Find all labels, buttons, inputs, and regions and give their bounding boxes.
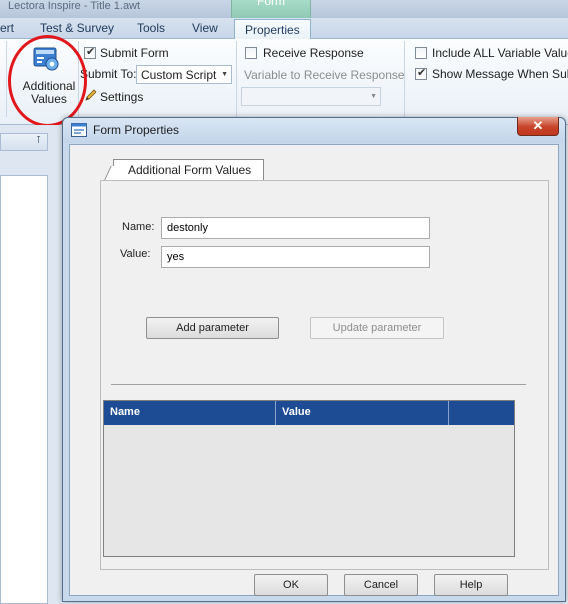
column-header-name[interactable]: Name xyxy=(104,401,276,425)
column-header-value[interactable]: Value xyxy=(276,401,449,425)
left-pane: ⊺ xyxy=(0,125,62,604)
variable-to-receive-dropdown[interactable]: ▼ xyxy=(241,87,381,106)
submit-form-label: Submit Form xyxy=(100,46,169,60)
dialog-title-bar[interactable]: Form Properties ✕ xyxy=(63,117,565,143)
submit-to-dropdown[interactable]: Custom Script ▼ xyxy=(136,65,232,84)
pin-icon[interactable]: ⊺ xyxy=(36,135,41,146)
receive-response-checkbox[interactable] xyxy=(245,47,257,59)
tab-properties[interactable]: Properties xyxy=(234,19,311,40)
ribbon-separator xyxy=(236,41,237,117)
parameters-grid[interactable]: Name Value xyxy=(103,400,515,557)
form-icon xyxy=(71,123,87,137)
value-label: Value: xyxy=(120,248,151,260)
highlight-circle-annotation xyxy=(8,35,87,127)
show-message-label: Show Message When Subm xyxy=(432,67,568,81)
divider xyxy=(111,384,526,385)
submit-form-checkbox[interactable] xyxy=(84,45,96,59)
pane-tree[interactable] xyxy=(0,175,48,604)
submit-to-value: Custom Script xyxy=(141,68,217,82)
tab-additional-form-values-label: Additional Form Values xyxy=(128,163,252,177)
app-title: Lectora Inspire - Title 1.awt xyxy=(8,0,141,12)
name-label: Name: xyxy=(122,221,155,233)
chevron-down-icon: ▼ xyxy=(370,93,377,100)
include-all-variables-label: Include ALL Variable Value xyxy=(432,46,568,60)
close-button[interactable]: ✕ xyxy=(517,117,559,136)
settings-button[interactable]: Settings xyxy=(100,90,143,104)
dialog-body: Additional Form Values Name: Value: Add … xyxy=(69,144,559,596)
close-icon: ✕ xyxy=(532,118,544,133)
help-button[interactable]: Help xyxy=(434,574,508,596)
show-message-checkbox[interactable] xyxy=(415,66,427,80)
receive-response-label: Receive Response xyxy=(263,46,364,60)
form-properties-dialog: Form Properties ✕ Additional Form Values… xyxy=(62,117,566,602)
add-parameter-button[interactable]: Add parameter xyxy=(146,317,279,339)
dialog-title: Form Properties xyxy=(93,123,180,137)
app-title-bar: Lectora Inspire - Title 1.awt Form xyxy=(0,0,568,18)
update-parameter-button[interactable]: Update parameter xyxy=(310,317,444,339)
ok-button[interactable]: OK xyxy=(254,574,328,596)
tab-view[interactable]: View xyxy=(192,21,218,39)
tab-panel: Name: Value: Add parameter Update parame… xyxy=(100,180,549,570)
tab-insert[interactable]: ert xyxy=(0,21,14,39)
variable-to-receive-label: Variable to Receive Response xyxy=(244,68,405,82)
context-tab-group-header: Form xyxy=(231,0,311,18)
ribbon-tab-row: ert Test & Survey Tools View Properties xyxy=(0,18,568,40)
grid-header: Name Value xyxy=(104,401,514,425)
value-input[interactable] xyxy=(161,246,430,268)
context-tab-group-label: Form xyxy=(257,0,285,8)
cancel-button[interactable]: Cancel xyxy=(344,574,418,596)
submit-to-label: Submit To: xyxy=(80,67,137,81)
chevron-down-icon: ▼ xyxy=(221,71,228,78)
include-all-variables-checkbox[interactable] xyxy=(415,47,427,59)
name-input[interactable] xyxy=(161,217,430,239)
tab-additional-form-values[interactable]: Additional Form Values xyxy=(113,159,265,181)
ribbon-separator xyxy=(6,41,7,117)
tab-tools[interactable]: Tools xyxy=(137,21,165,39)
